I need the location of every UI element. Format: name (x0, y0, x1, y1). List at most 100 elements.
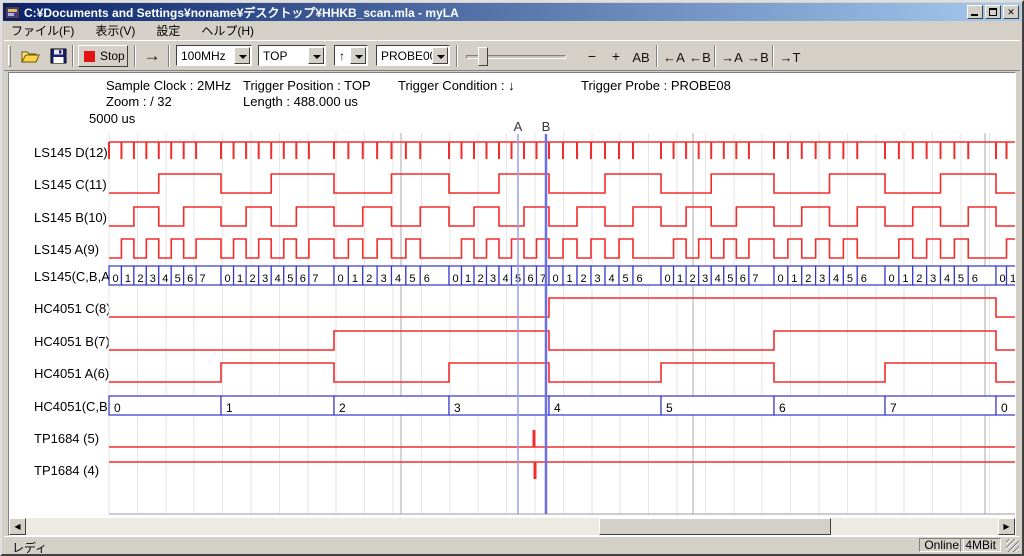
stop-button[interactable]: Stop (78, 45, 128, 67)
status-bar: レディ Online 4MBit (4, 536, 1020, 552)
bus-value: 5 (847, 273, 853, 285)
chevron-down-icon[interactable] (432, 47, 448, 64)
bus-value: 6 (300, 273, 306, 285)
bus-cell (549, 396, 661, 415)
menu-file[interactable]: ファイル(F) (11, 22, 74, 39)
menu-settings[interactable]: 設定 (156, 22, 180, 39)
bus-value: 0 (888, 273, 894, 285)
minimize-button[interactable] (967, 5, 983, 19)
status-online-badge: Online (919, 538, 964, 552)
bus-value: 5 (175, 273, 181, 285)
scrollbar-thumb[interactable] (599, 518, 831, 535)
bus-value: 7 (200, 273, 206, 285)
bus-value: 3 (594, 273, 600, 285)
chevron-down-icon[interactable] (234, 47, 250, 64)
goto-cursor-b-left-button[interactable]: ←B (688, 50, 712, 65)
bus-value: 1 (902, 273, 908, 285)
bus-value: 6 (527, 273, 533, 285)
menu-bar: ファイル(F) 表示(V) 設定 ヘルプ(H) (4, 22, 1020, 39)
scroll-left-button[interactable]: ◀ (9, 518, 26, 535)
zoom-slider-thumb[interactable] (478, 47, 488, 66)
bus-cell (885, 396, 996, 415)
waveform-plot[interactable]: 0123456701234567012345601234567012345601… (9, 73, 1016, 520)
bus-cell (221, 396, 334, 415)
goto-trigger-button[interactable]: →T (778, 50, 802, 65)
bus-value: 3 (150, 273, 156, 285)
cursor-b-label: B (542, 119, 551, 134)
trigger-edge-value: ↑ (339, 48, 345, 64)
menu-help[interactable]: ヘルプ(H) (201, 22, 254, 39)
bus-value: 5 (409, 273, 415, 285)
save-button[interactable] (45, 44, 71, 68)
bus-value: 0 (777, 273, 783, 285)
title-bar: C:¥Documents and Settings¥noname¥デスクトップ¥… (3, 3, 1021, 21)
bus-value: 4 (502, 273, 508, 285)
zoom-in-button[interactable]: + (606, 48, 626, 64)
bus-value: 1 (566, 273, 572, 285)
bus-value: 0 (337, 273, 343, 285)
ab-range-button[interactable]: AB (628, 50, 654, 65)
menu-view[interactable]: 表示(V) (95, 22, 135, 39)
bus-value: 1 (352, 273, 358, 285)
goto-cursor-b-right-button[interactable]: →B (746, 50, 770, 65)
bus-value: 0 (114, 401, 121, 415)
bus-value: 1 (677, 273, 683, 285)
bus-value: 0 (452, 273, 458, 285)
bus-value: 2 (690, 273, 696, 285)
horizontal-scrollbar[interactable]: ◀ ▶ (9, 518, 1015, 535)
waveform-binary (109, 239, 1016, 258)
bus-value: 4 (833, 273, 839, 285)
bus-value: 6 (424, 273, 430, 285)
trigger-edge-select[interactable]: ↑ (334, 45, 368, 66)
clock-select[interactable]: 100MHz (176, 45, 252, 66)
bus-value: 2 (366, 273, 372, 285)
bus-value: 5 (287, 273, 293, 285)
bus-value: 1 (791, 273, 797, 285)
stop-label: Stop (100, 49, 125, 63)
bus-value: 3 (262, 273, 268, 285)
maximize-button[interactable] (985, 5, 1001, 19)
zoom-out-button[interactable]: − (582, 48, 602, 64)
bus-value: 0 (1001, 401, 1008, 415)
bus-cell (334, 396, 449, 415)
trigger-position-select[interactable]: TOP (258, 45, 326, 66)
toolbar-grip (8, 45, 11, 67)
bus-value: 6 (740, 273, 746, 285)
bus-value: 5 (727, 273, 733, 285)
toolbar-separator (134, 45, 136, 67)
chevron-down-icon[interactable] (308, 47, 324, 64)
toolbar-separator (656, 45, 658, 67)
resize-grip[interactable] (1006, 539, 1019, 552)
close-button[interactable]: ✕ (1003, 5, 1019, 19)
bus-value: 0 (999, 273, 1005, 285)
bus-value: 7 (890, 401, 897, 415)
bus-value: 2 (250, 273, 256, 285)
open-file-button[interactable] (18, 44, 44, 68)
waveform-client-area: Sample Clock : 2MHz Trigger Position : T… (8, 72, 1016, 536)
bus-cell (449, 396, 549, 415)
bus-value: 4 (608, 273, 614, 285)
goto-cursor-a-right-button[interactable]: →A (720, 50, 744, 65)
waveform-binary (109, 298, 1016, 317)
scroll-left-icon: ◀ (14, 522, 20, 531)
bus-cell (774, 396, 885, 415)
bus-value: 2 (916, 273, 922, 285)
bus-value: 3 (930, 273, 936, 285)
bus-value: 6 (636, 273, 642, 285)
toolbar-separator (168, 45, 170, 67)
bus-value: 5 (622, 273, 628, 285)
bus-value: 1 (1010, 273, 1016, 285)
bus-value: 5 (666, 401, 673, 415)
trigger-position-value: TOP (263, 48, 287, 64)
chevron-down-icon[interactable] (350, 47, 366, 64)
scroll-right-button[interactable]: ▶ (998, 518, 1015, 535)
probe-select[interactable]: PROBE00 (376, 45, 450, 66)
clock-value: 100MHz (181, 48, 226, 64)
bus-value: 3 (381, 273, 387, 285)
scroll-right-icon: ▶ (1003, 522, 1009, 531)
open-folder-icon (21, 48, 41, 64)
run-button[interactable]: → (140, 44, 164, 68)
bus-value: 6 (187, 273, 193, 285)
bus-value: 2 (580, 273, 586, 285)
goto-cursor-a-left-button[interactable]: ←A (662, 50, 686, 65)
